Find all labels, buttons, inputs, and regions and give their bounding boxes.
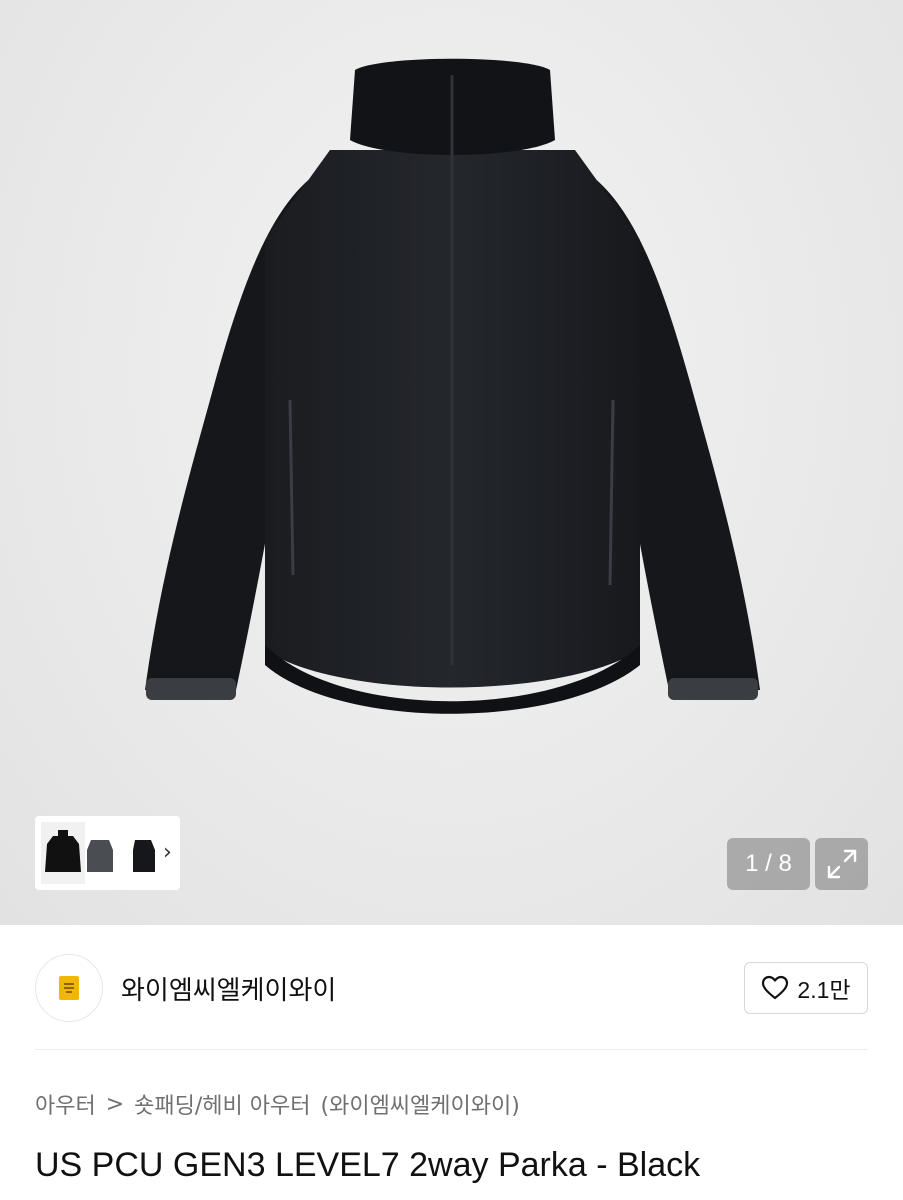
breadcrumb: 아우터 > 숏패딩/헤비 아우터 (와이엠씨엘케이와이) xyxy=(35,1088,520,1120)
chevron-right-icon[interactable]: › xyxy=(163,842,172,864)
jacket-grey-thumbnail xyxy=(87,840,113,872)
jacket-side-thumbnail xyxy=(133,840,155,872)
like-button[interactable]: 2.1만 xyxy=(744,962,868,1014)
jacket-front-thumbnail xyxy=(45,830,81,872)
thumbnail-2[interactable] xyxy=(85,822,129,884)
product-image[interactable]: › 1 / 8 xyxy=(0,0,903,925)
seller-row[interactable]: 와이엠씨엘케이와이 2.1만 xyxy=(35,953,868,1023)
image-counter: 1 / 8 xyxy=(727,838,810,890)
heart-icon xyxy=(762,975,789,1000)
seller-logo-icon xyxy=(59,976,79,1000)
breadcrumb-category[interactable]: 아우터 xyxy=(35,1088,96,1120)
breadcrumb-brand[interactable]: (와이엠씨엘케이와이) xyxy=(321,1088,520,1120)
product-title: US PCU GEN3 LEVEL7 2way Parka - Black xyxy=(35,1146,701,1184)
thumbnail-3[interactable] xyxy=(129,822,159,884)
chevron-right-icon: > xyxy=(105,1091,125,1117)
thumbnail-strip[interactable]: › xyxy=(35,816,180,890)
jacket-photo xyxy=(145,58,760,714)
expand-icon xyxy=(827,849,856,879)
thumbnail-1[interactable] xyxy=(41,822,85,884)
breadcrumb-subcategory[interactable]: 숏패딩/헤비 아우터 xyxy=(134,1088,310,1120)
expand-button[interactable] xyxy=(815,838,868,890)
seller-name[interactable]: 와이엠씨엘케이와이 xyxy=(121,970,336,1007)
divider xyxy=(35,1049,868,1050)
seller-avatar[interactable] xyxy=(35,954,103,1022)
like-count: 2.1만 xyxy=(797,977,851,1003)
